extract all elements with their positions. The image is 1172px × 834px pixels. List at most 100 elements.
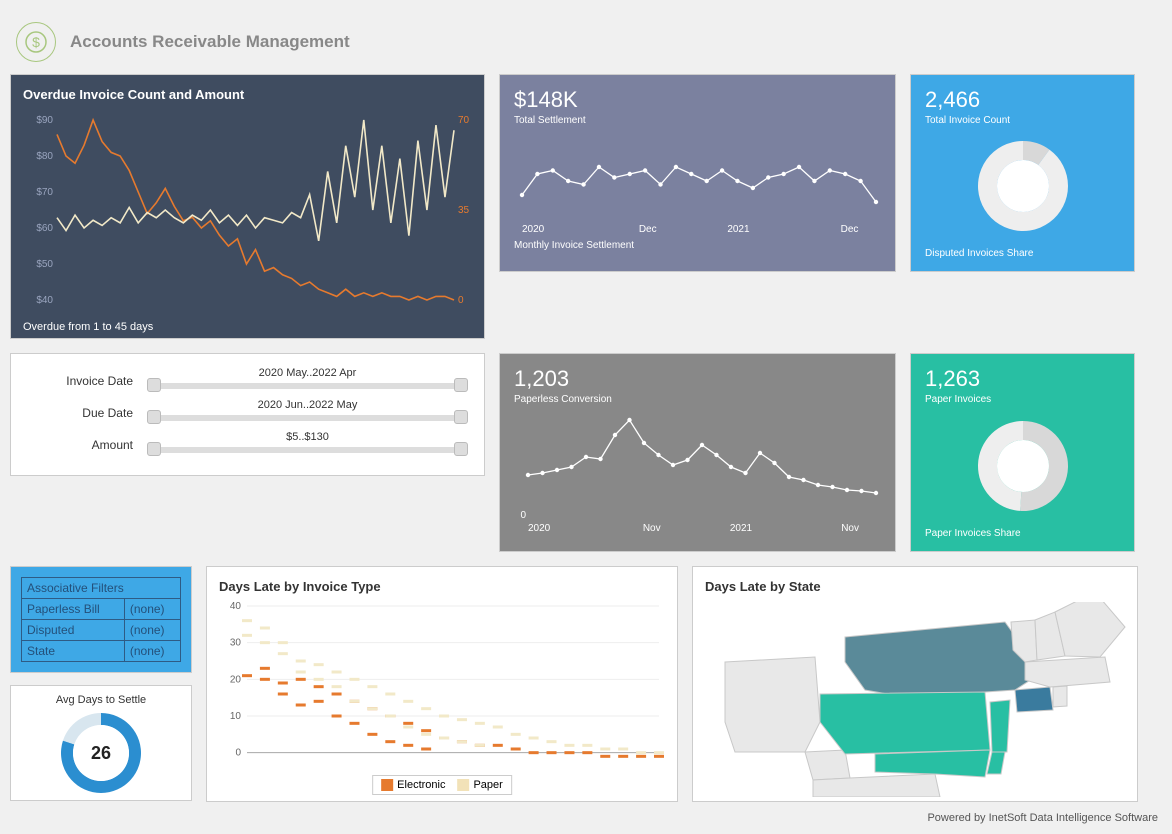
svg-text:$90: $90 xyxy=(36,115,53,126)
state-pa[interactable] xyxy=(820,692,990,754)
slider-value: $5..$130 xyxy=(147,431,468,443)
avgdays-donut[interactable]: 26 xyxy=(58,710,144,796)
state-oh[interactable] xyxy=(725,657,820,752)
svg-text:20: 20 xyxy=(230,674,242,685)
state-ri[interactable] xyxy=(1053,686,1067,707)
slider-label: Due Date xyxy=(27,406,147,420)
svg-text:0: 0 xyxy=(520,510,526,521)
daysmap-panel: Days Late by State xyxy=(692,566,1138,802)
assoc-val[interactable]: (none) xyxy=(124,599,180,620)
settlement-sparkline[interactable]: 2020 Dec 2021 Dec xyxy=(514,126,884,236)
slider-label: Amount xyxy=(27,438,147,452)
settlement-panel: $148K Total Settlement 2020 Dec 2021 Dec Mo… xyxy=(499,74,896,272)
slider-track-invoice-date[interactable]: 2020 May..2022 Apr xyxy=(147,370,468,392)
settlement-sub: Total Settlement xyxy=(514,115,881,126)
svg-text:2021: 2021 xyxy=(727,224,750,235)
settlement-footer: Monthly Invoice Settlement xyxy=(514,240,881,251)
svg-text:Nov: Nov xyxy=(841,523,859,534)
totalinv-value: 2,466 xyxy=(925,87,1120,113)
svg-text:2020: 2020 xyxy=(522,224,545,235)
assoc-panel: Associative Filters Paperless Bill(none)… xyxy=(10,566,192,673)
slider-value: 2020 May..2022 Apr xyxy=(147,367,468,379)
slider-due-date: Due Date 2020 Jun..2022 May xyxy=(27,402,468,424)
slider-amount: Amount $5..$130 xyxy=(27,434,468,456)
footer: Powered by InetSoft Data Intelligence So… xyxy=(10,812,1162,824)
paperinv-value: 1,263 xyxy=(925,366,1120,392)
totalinv-panel: 2,466 Total Invoice Count Disputed Invoi… xyxy=(910,74,1135,272)
assoc-key[interactable]: Disputed xyxy=(22,620,125,641)
assoc-key[interactable]: Paperless Bill xyxy=(22,599,125,620)
dayslate-legend: Electronic Paper xyxy=(372,775,512,795)
table-row: Disputed(none) xyxy=(22,620,181,641)
svg-text:30: 30 xyxy=(230,638,242,649)
paper-donut[interactable] xyxy=(973,416,1073,516)
paperinv-footer: Paper Invoices Share xyxy=(925,528,1120,539)
svg-text:$80: $80 xyxy=(36,151,53,162)
left-col2: Associative Filters Paperless Bill(none)… xyxy=(10,566,192,802)
assoc-key[interactable]: State xyxy=(22,641,125,662)
paperinv-panel: 1,263 Paper Invoices Paper Invoices Shar… xyxy=(910,353,1135,552)
svg-text:70: 70 xyxy=(458,115,470,126)
svg-text:$60: $60 xyxy=(36,223,53,234)
svg-text:$70: $70 xyxy=(36,187,53,198)
dayslate-panel: Days Late by Invoice Type 0 10 20 30 40 Elec… xyxy=(206,566,678,802)
state-de[interactable] xyxy=(987,752,1005,774)
svg-text:Dec: Dec xyxy=(841,224,859,235)
legend-item-electronic[interactable]: Electronic xyxy=(381,779,445,791)
paperless-panel: 1,203 Paperless Conversion 02020 Nov 2021 N… xyxy=(499,353,896,552)
slider-panel: Invoice Date 2020 May..2022 Apr Due Date… xyxy=(10,353,485,476)
legend-item-paper[interactable]: Paper xyxy=(457,779,502,791)
svg-text:2020: 2020 xyxy=(528,523,551,534)
state-nj[interactable] xyxy=(990,700,1010,752)
svg-text:Nov: Nov xyxy=(643,523,661,534)
svg-text:26: 26 xyxy=(91,743,111,763)
svg-text:0: 0 xyxy=(458,295,464,306)
table-row: State(none) xyxy=(22,641,181,662)
slider-invoice-date: Invoice Date 2020 May..2022 Apr xyxy=(27,370,468,392)
state-ct[interactable] xyxy=(1015,687,1053,712)
slider-track-amount[interactable]: $5..$130 xyxy=(147,434,468,456)
state-me[interactable] xyxy=(1055,602,1125,657)
paperless-value: 1,203 xyxy=(514,366,881,392)
table-row: Paperless Bill(none) xyxy=(22,599,181,620)
state-ma[interactable] xyxy=(1025,657,1110,687)
slider-value: 2020 Jun..2022 May xyxy=(147,399,468,411)
paperless-sparkline[interactable]: 02020 Nov 2021 Nov xyxy=(514,405,884,535)
overdue-panel: Overdue Invoice Count and Amount $40$50$… xyxy=(10,74,485,339)
svg-text:40: 40 xyxy=(230,602,242,612)
days-map[interactable] xyxy=(705,602,1127,797)
assoc-val[interactable]: (none) xyxy=(124,620,180,641)
state-ny[interactable] xyxy=(845,622,1035,697)
dollar-logo-icon: $ xyxy=(16,22,56,62)
header: $ Accounts Receivable Management xyxy=(10,10,1162,74)
assoc-val[interactable]: (none) xyxy=(124,641,180,662)
avgdays-panel: Avg Days to Settle 26 xyxy=(10,685,192,801)
overdue-title: Overdue Invoice Count and Amount xyxy=(23,87,472,102)
totalinv-sub: Total Invoice Count xyxy=(925,115,1120,126)
svg-text:35: 35 xyxy=(458,205,470,216)
slider-label: Invoice Date xyxy=(27,374,147,388)
overdue-chart[interactable]: $40$50$60$70$80$9003570 xyxy=(23,112,478,312)
disputed-donut[interactable] xyxy=(973,136,1073,236)
daysmap-title: Days Late by State xyxy=(705,579,1125,594)
avgdays-title: Avg Days to Settle xyxy=(19,694,183,706)
slider-track-due-date[interactable]: 2020 Jun..2022 May xyxy=(147,402,468,424)
state-wv[interactable] xyxy=(805,750,850,780)
settlement-value: $148K xyxy=(514,87,881,113)
svg-text:2021: 2021 xyxy=(730,523,753,534)
svg-text:$40: $40 xyxy=(36,295,53,306)
svg-text:10: 10 xyxy=(230,711,242,722)
dayslate-chart[interactable]: 0 10 20 30 40 xyxy=(219,602,667,782)
dayslate-title: Days Late by Invoice Type xyxy=(219,579,665,594)
assoc-table[interactable]: Associative Filters Paperless Bill(none)… xyxy=(21,577,181,662)
state-md[interactable] xyxy=(875,750,990,777)
totalinv-footer: Disputed Invoices Share xyxy=(925,248,1120,259)
page-title: Accounts Receivable Management xyxy=(70,32,350,52)
overdue-footer: Overdue from 1 to 45 days xyxy=(23,321,472,333)
paperless-sub: Paperless Conversion xyxy=(514,394,881,405)
paperinv-sub: Paper Invoices xyxy=(925,394,1120,405)
svg-text:$: $ xyxy=(32,34,40,50)
svg-text:Dec: Dec xyxy=(639,224,657,235)
assoc-title: Associative Filters xyxy=(22,578,181,599)
svg-text:0: 0 xyxy=(235,748,241,759)
